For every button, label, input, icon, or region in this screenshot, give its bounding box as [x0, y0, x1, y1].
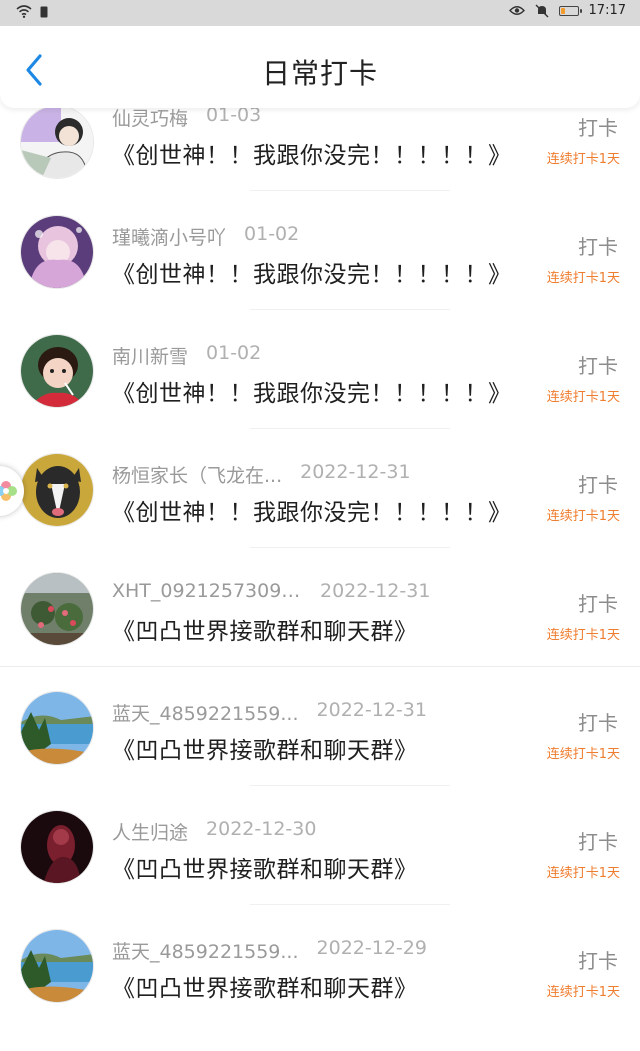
divider	[250, 785, 450, 786]
punch-in-button[interactable]: 打卡	[578, 112, 618, 141]
list-item-meta: 仙灵巧梅 01-03	[112, 104, 261, 131]
punch-in-button[interactable]: 打卡	[578, 826, 618, 855]
punch-in-button[interactable]: 打卡	[578, 231, 618, 260]
user-name[interactable]: 蓝天_4859221559...	[112, 937, 299, 964]
post-title[interactable]: 《凹凸世界接歌群和聊天群》	[112, 612, 418, 646]
list-item-meta: XHT_09212573094.. 2022-12-31	[112, 580, 430, 602]
streak-label: 连续打卡1天	[546, 985, 620, 1000]
post-title[interactable]: 《凹凸世界接歌群和聊天群》	[112, 731, 418, 765]
divider	[250, 428, 450, 429]
avatar[interactable]	[20, 453, 94, 527]
user-name[interactable]: XHT_09212573094..	[112, 580, 302, 602]
floating-assistant-button[interactable]	[0, 466, 24, 516]
post-date: 2022-12-30	[206, 818, 317, 840]
post-date: 2022-12-29	[316, 937, 427, 959]
post-title[interactable]: 《凹凸世界接歌群和聊天群》	[112, 969, 418, 1003]
list-item[interactable]: 南川新雪 01-02 《创世神！！我跟你没完！！！！！》 打卡 连续打卡1天	[0, 334, 640, 456]
list-item[interactable]: 杨恒家长（飞龙在... 2022-12-31 《创世神！！我跟你没完！！！！！》 …	[0, 453, 640, 575]
list-item-meta: 南川新雪 01-02	[112, 342, 261, 369]
user-name[interactable]: 瑾曦滴小号吖	[112, 223, 226, 250]
wifi-icon	[16, 5, 32, 18]
post-title[interactable]: 《凹凸世界接歌群和聊天群》	[112, 850, 418, 884]
streak-label: 连续打卡1天	[546, 866, 620, 881]
avatar[interactable]	[20, 810, 94, 884]
divider	[250, 547, 450, 548]
list-item-meta: 瑾曦滴小号吖 01-02	[112, 223, 299, 250]
divider	[250, 309, 450, 310]
user-name[interactable]: 杨恒家长（飞龙在...	[112, 461, 282, 488]
post-date: 2022-12-31	[316, 699, 427, 721]
avatar[interactable]	[20, 105, 94, 179]
status-time: 17:17	[588, 3, 626, 18]
status-bar: 17:17	[0, 0, 640, 26]
post-title[interactable]: 《创世神！！我跟你没完！！！！！》	[112, 493, 512, 527]
avatar[interactable]	[20, 215, 94, 289]
divider	[0, 666, 640, 667]
avatar[interactable]	[20, 691, 94, 765]
list-item-meta: 杨恒家长（飞龙在... 2022-12-31	[112, 461, 411, 488]
streak-label: 连续打卡1天	[546, 747, 620, 762]
punch-in-button[interactable]: 打卡	[578, 707, 618, 736]
punch-in-button[interactable]: 打卡	[578, 588, 618, 617]
post-date: 2022-12-31	[300, 461, 411, 483]
streak-label: 连续打卡1天	[546, 390, 620, 405]
list-item[interactable]: 人生归途 2022-12-30 《凹凸世界接歌群和聊天群》 打卡 连续打卡1天	[0, 810, 640, 932]
post-title[interactable]: 《创世神！！我跟你没完！！！！！》	[112, 374, 512, 408]
page-title: 日常打卡	[261, 57, 378, 90]
punch-in-button[interactable]: 打卡	[578, 945, 618, 974]
eye-icon	[508, 6, 525, 15]
battery-icon	[558, 5, 582, 16]
punch-in-button[interactable]: 打卡	[578, 350, 618, 379]
list-item[interactable]: XHT_09212573094.. 2022-12-31 《凹凸世界接歌群和聊天群…	[0, 572, 640, 694]
punch-in-button[interactable]: 打卡	[578, 469, 618, 498]
user-name[interactable]: 仙灵巧梅	[112, 104, 188, 131]
post-date: 01-02	[206, 342, 262, 364]
post-title[interactable]: 《创世神！！我跟你没完！！！！！》	[112, 136, 512, 170]
post-title[interactable]: 《创世神！！我跟你没完！！！！！》	[112, 255, 512, 289]
app-header: 日常打卡	[0, 26, 640, 108]
divider	[250, 190, 450, 191]
user-name[interactable]: 蓝天_4859221559...	[112, 699, 299, 726]
list-item-meta: 蓝天_4859221559... 2022-12-31	[112, 699, 427, 726]
avatar[interactable]	[20, 334, 94, 408]
post-date: 2022-12-31	[320, 580, 431, 602]
user-name[interactable]: 南川新雪	[112, 342, 188, 369]
streak-label: 连续打卡1天	[546, 152, 620, 167]
mute-icon	[535, 4, 549, 17]
post-date: 01-02	[244, 223, 300, 245]
list-item[interactable]: 仙灵巧梅 01-03 《创世神！！我跟你没完！！！！！》 打卡 连续打卡1天	[0, 100, 640, 218]
streak-label: 连续打卡1天	[546, 509, 620, 524]
list-item[interactable]: 瑾曦滴小号吖 01-02 《创世神！！我跟你没完！！！！！》 打卡 连续打卡1天	[0, 215, 640, 337]
list-item[interactable]: 蓝天_4859221559... 2022-12-29 《凹凸世界接歌群和聊天群》…	[0, 929, 640, 1051]
streak-label: 连续打卡1天	[546, 628, 620, 643]
flower-icon	[0, 481, 17, 501]
divider	[250, 904, 450, 905]
avatar[interactable]	[20, 572, 94, 646]
user-name[interactable]: 人生归途	[112, 818, 188, 845]
avatar[interactable]	[20, 929, 94, 1003]
list-item[interactable]: 蓝天_4859221559... 2022-12-31 《凹凸世界接歌群和聊天群》…	[0, 691, 640, 813]
sim-icon	[40, 6, 48, 17]
streak-label: 连续打卡1天	[546, 271, 620, 286]
list-item-meta: 人生归途 2022-12-30	[112, 818, 316, 845]
list-item-meta: 蓝天_4859221559... 2022-12-29	[112, 937, 427, 964]
